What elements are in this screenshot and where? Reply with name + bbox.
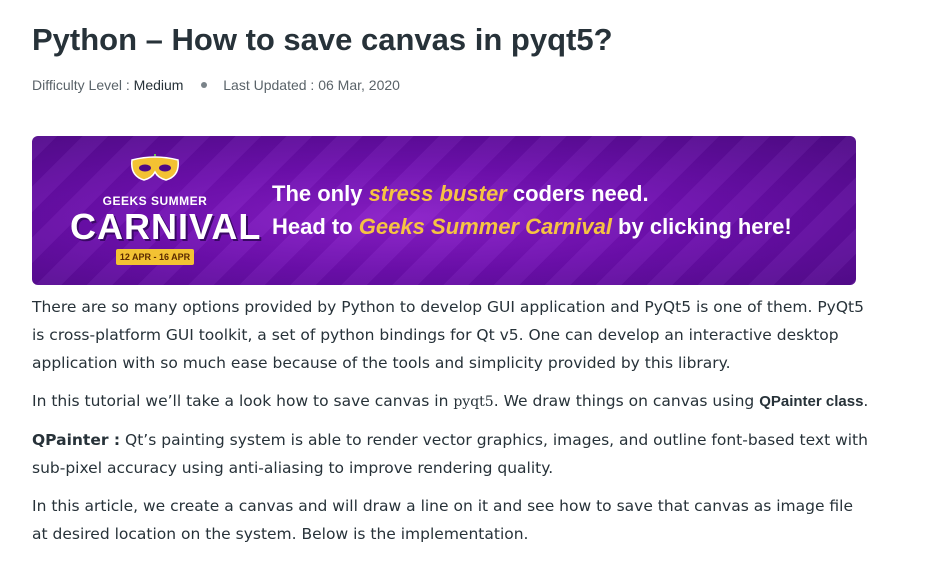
banner-line-2-post: by clicking here! [611,214,792,239]
qpainter-class-link[interactable]: QPainter class [759,393,863,410]
paragraph-tutorial-pre: In this tutorial we’ll take a look how t… [32,392,454,410]
carnival-banner[interactable]: GEEKS SUMMER CARNIVAL 12 APR - 16 APR Th… [32,136,856,285]
paragraph-tutorial-mid: . We draw things on canvas using [493,392,760,410]
paragraph-intro: There are so many options provided by Py… [32,298,864,372]
logo-dates-ribbon: 12 APR - 16 APR [116,249,194,265]
banner-line-1-pre: The only [272,181,369,206]
article-title: Python – How to save canvas in pyqt5? [32,22,613,57]
updated-label: Last Updated : [223,77,315,93]
inline-code-pyqt5: pyqt5 [453,394,494,410]
banner-line-2: Head to Geeks Summer Carnival by clickin… [272,214,792,240]
banner-line-1-highlight: stress buster [368,181,507,206]
qpainter-description: Qt’s painting system is able to render v… [32,431,868,477]
paragraph-implementation: In this article, we create a canvas and … [32,497,854,543]
paragraph-tutorial-post: . [863,392,869,410]
banner-line-1-post: coders need. [506,181,649,206]
difficulty-value[interactable]: Medium [134,77,184,93]
banner-line-2-highlight: Geeks Summer Carnival [358,214,612,239]
article-body: There are so many options provided by Py… [32,293,872,558]
paragraph-qpainter: QPainter : Qt’s painting system is able … [32,426,872,482]
carnival-logo: GEEKS SUMMER CARNIVAL 12 APR - 16 APR [70,154,262,274]
qpainter-term: QPainter : [32,431,121,449]
banner-line-2-pre: Head to [272,214,359,239]
paragraph-tutorial: In this tutorial we’ll take a look how t… [32,387,872,416]
article-meta: Difficulty Level : Medium Last Updated :… [32,77,400,93]
difficulty-label: Difficulty Level : [32,77,130,93]
carnival-mask-icon [131,154,179,181]
updated-value: 06 Mar, 2020 [318,77,400,93]
banner-line-1: The only stress buster coders need. [272,181,649,207]
meta-separator-dot [201,82,208,89]
logo-big-text: CARNIVAL [70,206,262,247]
